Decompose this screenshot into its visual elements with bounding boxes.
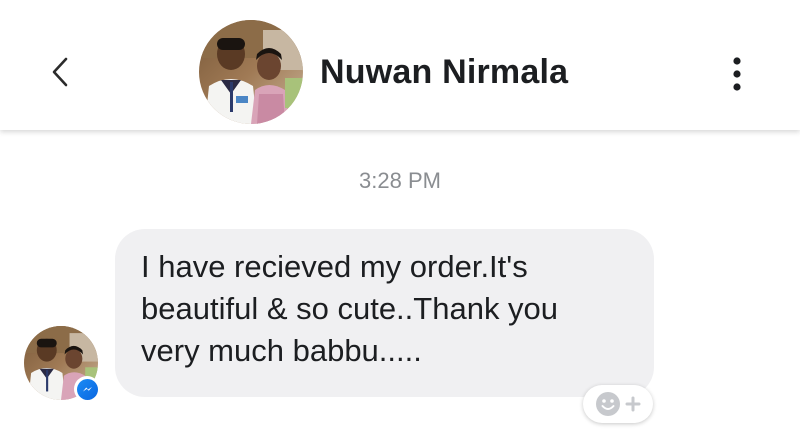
more-options-button[interactable] <box>722 54 752 94</box>
message-bubble[interactable]: I have recieved my order.It's beautiful … <box>115 229 654 397</box>
contact-name[interactable]: Nuwan Nirmala <box>320 53 568 92</box>
sender-avatar[interactable] <box>24 326 100 402</box>
add-reaction-button[interactable] <box>583 385 653 423</box>
smiley-icon <box>596 392 620 416</box>
message-timestamp: 3:28 PM <box>359 168 441 193</box>
profile-photo <box>199 20 303 124</box>
chevron-left-icon <box>52 57 68 87</box>
plus-icon <box>625 396 641 412</box>
back-button[interactable] <box>38 52 78 92</box>
conversation-header: Nuwan Nirmala <box>0 0 800 130</box>
contact-avatar[interactable] <box>199 20 303 124</box>
messenger-badge <box>74 376 100 402</box>
message-text: I have recieved my order.It's beautiful … <box>141 249 559 368</box>
vertical-ellipsis-icon <box>733 57 741 91</box>
messenger-icon <box>76 378 98 400</box>
